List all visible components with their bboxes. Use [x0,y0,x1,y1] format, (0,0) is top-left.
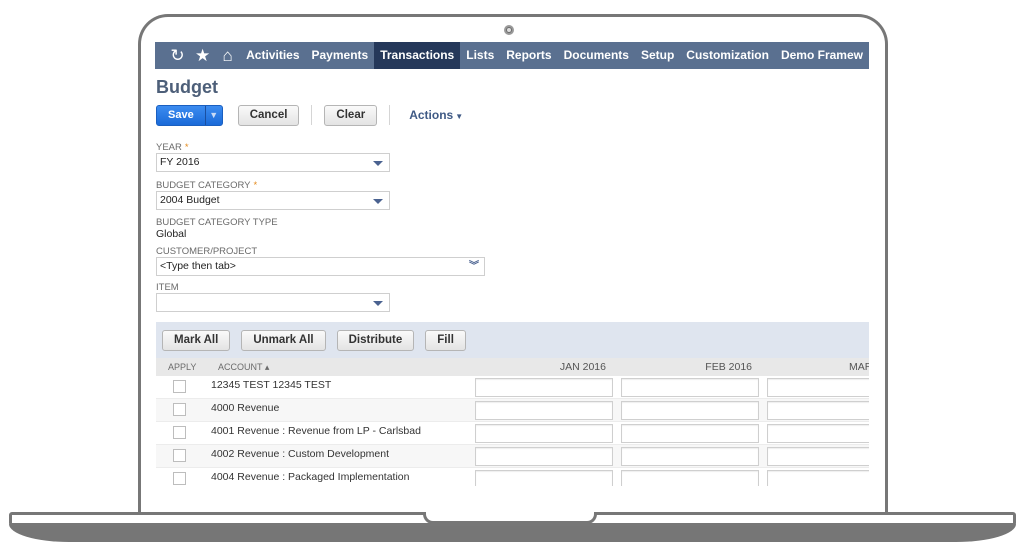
nav-item-reports[interactable]: Reports [500,42,557,69]
star-icon[interactable]: ★ [190,42,215,69]
laptop-mockup: ↻ ★ ⌂ Activities Payments Transactions L… [0,0,1024,551]
budget-category-value: 2004 Budget [160,194,220,206]
amount-input-feb[interactable] [621,424,759,443]
account-name: 12345 TEST 12345 TEST [211,379,332,391]
camera-icon [504,25,514,35]
account-name: 4000 Revenue [211,402,280,414]
amount-input-mar[interactable] [767,378,869,397]
budget-category-label: BUDGET CATEGORY * [156,180,257,191]
clear-button[interactable]: Clear [324,104,378,126]
toolbar: Save ▼ Cancel Clear Actions ▼ [156,104,463,126]
amount-input-mar[interactable] [767,424,869,443]
dropdown-arrow-icon [373,199,383,204]
unmark-all-button[interactable]: Unmark All [241,329,326,351]
home-icon[interactable]: ⌂ [215,42,240,69]
grid-toolbar: Mark All Unmark All Distribute Fill [156,322,869,358]
item-label: ITEM [156,282,179,293]
account-name: 4004 Revenue : Packaged Implementation [211,471,410,483]
nav-item-customization[interactable]: Customization [680,42,775,69]
budget-category-type-label: BUDGET CATEGORY TYPE [156,217,278,228]
top-nav: ↻ ★ ⌂ Activities Payments Transactions L… [155,42,869,69]
column-header-jan-2016: JAN 2016 [559,361,606,373]
double-chevron-down-icon[interactable]: ︾ [469,258,479,275]
page-title: Budget [156,77,218,97]
account-name: 4002 Revenue : Custom Development [211,448,390,460]
nav-item-documents[interactable]: Documents [558,42,635,69]
year-value: FY 2016 [160,156,200,168]
budget-category-type-value: Global [156,228,187,240]
dropdown-arrow-icon [373,161,383,166]
laptop-notch [423,512,597,524]
customer-project-input[interactable]: <Type then tab> ︾ [156,257,485,276]
item-select[interactable] [156,293,390,312]
customer-project-label: CUSTOMER/PROJECT [156,246,258,257]
apply-checkbox[interactable] [173,426,186,439]
column-header-mar: MAR [849,361,869,373]
toolbar-divider [389,105,391,125]
amount-input-feb[interactable] [621,401,759,420]
actions-label: Actions [409,108,454,122]
nav-item-transactions[interactable]: Transactions [374,42,461,69]
nav-item-demo-framework[interactable]: Demo Framew [775,42,869,69]
apply-checkbox[interactable] [173,403,186,416]
required-marker: * [184,142,189,153]
account-name: 4001 Revenue : Revenue from LP - Carlsba… [211,425,421,437]
table-row: 12345 TEST 12345 TEST [156,376,869,399]
budget-category-select[interactable]: 2004 Budget [156,191,390,210]
amount-input-mar[interactable] [767,447,869,466]
distribute-button[interactable]: Distribute [336,329,415,351]
amount-input-jan[interactable] [475,424,613,443]
apply-checkbox[interactable] [173,449,186,462]
actions-menu[interactable]: Actions ▼ [409,108,463,122]
apply-checkbox[interactable] [173,472,186,485]
amount-input-feb[interactable] [621,447,759,466]
year-label-text: YEAR [156,142,182,153]
amount-input-feb[interactable] [621,470,759,486]
grid-header: APPLY ACCOUNT ▴ JAN 2016 FEB 2016 MAR [156,358,869,376]
mark-all-button[interactable]: Mark All [162,329,231,351]
amount-input-mar[interactable] [767,401,869,420]
amount-input-jan[interactable] [475,401,613,420]
toolbar-divider [311,105,313,125]
table-row: 4001 Revenue : Revenue from LP - Carlsba… [156,422,869,445]
cancel-button[interactable]: Cancel [237,104,300,126]
fill-button[interactable]: Fill [425,329,466,351]
dropdown-arrow-icon [373,301,383,306]
apply-checkbox[interactable] [173,380,186,393]
table-row: 4004 Revenue : Packaged Implementation [156,468,869,486]
year-select[interactable]: FY 2016 [156,153,390,172]
nav-item-activities[interactable]: Activities [240,42,305,69]
budget-category-label-text: BUDGET CATEGORY [156,180,251,191]
screen: ↻ ★ ⌂ Activities Payments Transactions L… [155,42,869,486]
nav-item-payments[interactable]: Payments [306,42,375,69]
nav-item-lists[interactable]: Lists [460,42,500,69]
save-button[interactable]: Save [157,105,205,125]
column-header-feb-2016: FEB 2016 [705,361,752,373]
column-header-account[interactable]: ACCOUNT ▴ [218,362,269,373]
save-button-group: Save ▼ [156,104,223,126]
save-dropdown-icon[interactable]: ▼ [204,105,222,125]
caret-down-icon: ▼ [455,112,464,121]
recent-icon[interactable]: ↻ [165,42,190,69]
amount-input-mar[interactable] [767,470,869,486]
column-header-apply: APPLY [168,362,197,372]
amount-input-feb[interactable] [621,378,759,397]
table-row: 4002 Revenue : Custom Development [156,445,869,468]
required-marker: * [253,180,258,191]
laptop-base-shadow [9,524,1016,542]
amount-input-jan[interactable] [475,378,613,397]
nav-item-setup[interactable]: Setup [635,42,680,69]
amount-input-jan[interactable] [475,447,613,466]
amount-input-jan[interactable] [475,470,613,486]
year-label: YEAR * [156,142,189,153]
table-row: 4000 Revenue [156,399,869,422]
customer-project-value: <Type then tab> [160,260,236,272]
